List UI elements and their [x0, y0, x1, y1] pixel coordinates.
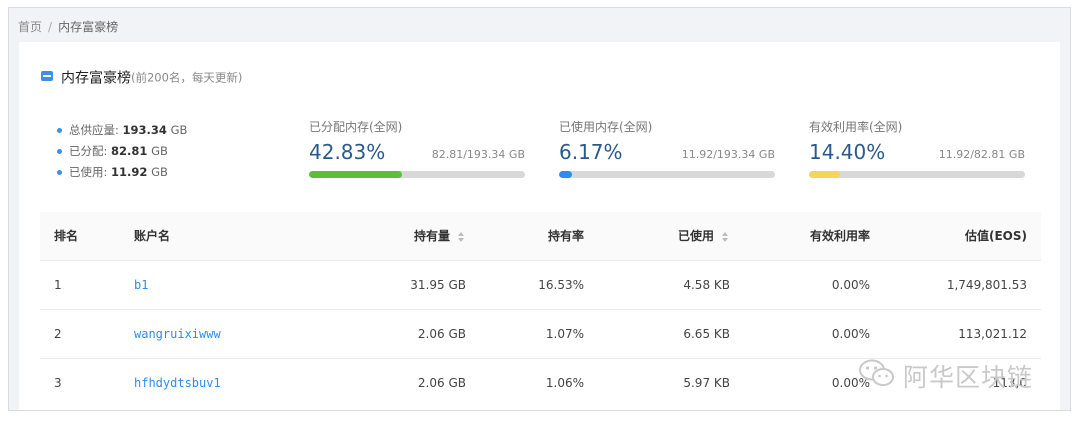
stat-allocated-memory: 已分配内存(全网) 42.83% 82.81/193.34 GB [309, 118, 525, 178]
cell-rank: 3 [40, 357, 120, 407]
summary-unit: GB [151, 144, 168, 158]
cell-holding: 2.06 GB [320, 357, 480, 407]
list-icon [41, 70, 53, 81]
cell-holding: 31.95 GB [320, 259, 480, 309]
page-subtitle: (前200名，每天更新) [131, 70, 243, 85]
stat-percent: 6.17% [559, 140, 623, 164]
stat-progress-fill [809, 171, 841, 178]
breadcrumb-separator: / [48, 20, 53, 34]
content-panel: 内存富豪榜(前200名，每天更新) 总供应量: 193.34 GB 已分配: 8… [19, 42, 1060, 410]
column-header-holding[interactable]: 持有量 [320, 212, 480, 260]
stat-percent: 42.83% [309, 140, 386, 164]
breadcrumb-home[interactable]: 首页 [18, 20, 42, 34]
stat-progress-fill [559, 171, 573, 178]
bullet-dot-icon [57, 170, 62, 175]
cell-used: 5.97 KB [598, 357, 744, 407]
column-header-account: 账户名 [134, 229, 171, 244]
stat-progress-bar [809, 171, 1025, 178]
stat-ratio: 11.92/82.81 GB [938, 148, 1025, 161]
stat-ratio: 82.81/193.34 GB [431, 148, 525, 161]
column-header-used[interactable]: 已使用 [598, 212, 744, 260]
table-header-row: 排名 账户名 持有量 持有率 已使用 有效利用率 估值(EOS) [40, 212, 1041, 260]
cell-used: 6.65 KB [598, 308, 744, 358]
breadcrumb: 首页 / 内存富豪榜 [18, 18, 118, 35]
watermark: 阿华区块链 [857, 358, 1033, 394]
summary-used: 已使用: 11.92 GB [57, 162, 187, 183]
cell-valuation: 1,749,801.53 [884, 259, 1041, 309]
breadcrumb-current: 内存富豪榜 [58, 20, 119, 34]
cell-holding-rate: 16.53% [480, 259, 598, 309]
summary-label: 已分配: [69, 144, 108, 158]
bullet-dot-icon [57, 149, 62, 154]
summary-allocated: 已分配: 82.81 GB [57, 141, 187, 162]
watermark-text: 阿华区块链 [903, 363, 1034, 392]
cell-valuation: 113,021.12 [884, 308, 1041, 358]
app-frame: 首页 / 内存富豪榜 内存富豪榜(前200名，每天更新) 总供应量: 193.34 … [8, 7, 1071, 411]
cell-utilization: 0.00% [744, 259, 884, 309]
cell-used: 4.58 KB [598, 259, 744, 309]
page-title: 内存富豪榜 [61, 70, 131, 87]
cell-holding-rate: 1.07% [480, 308, 598, 358]
column-header-utilization: 有效利用率 [809, 229, 870, 244]
column-header-holding-rate: 持有率 [547, 229, 584, 244]
summary-value: 193.34 [122, 123, 167, 137]
cell-holding-rate: 1.06% [480, 357, 598, 407]
stat-label: 已分配内存(全网) [309, 120, 403, 134]
summary-value: 11.92 [111, 165, 148, 179]
table-row: 1 b1 31.95 GB 16.53% 4.58 KB 0.00% 1,749… [40, 259, 1041, 309]
stat-ratio: 11.92/193.34 GB [681, 148, 775, 161]
summary-unit: GB [151, 165, 168, 179]
page-header: 内存富豪榜(前200名，每天更新) [41, 67, 242, 88]
summary-total-supply: 总供应量: 193.34 GB [57, 120, 187, 141]
bullet-dot-icon [57, 128, 62, 133]
stat-progress-fill [309, 171, 402, 178]
memory-summary: 总供应量: 193.34 GB 已分配: 82.81 GB 已使用: 11.92… [57, 120, 187, 183]
summary-value: 82.81 [111, 144, 148, 158]
summary-label: 已使用: [69, 165, 108, 179]
stat-label: 已使用内存(全网) [559, 120, 653, 134]
cell-rank: 2 [40, 308, 120, 358]
sort-icon[interactable] [722, 231, 730, 242]
column-header-valuation: 估值(EOS) [964, 229, 1027, 244]
stat-label: 有效利用率(全网) [809, 120, 903, 134]
table-row: 2 wangruixiwww 2.06 GB 1.07% 6.65 KB 0.0… [40, 308, 1041, 358]
stat-progress-bar [559, 171, 775, 178]
cell-account-link[interactable]: hfhdydtsbuv1 [120, 357, 320, 407]
stat-effective-utilization: 有效利用率(全网) 14.40% 11.92/82.81 GB [809, 118, 1025, 178]
wechat-icon [857, 358, 897, 394]
summary-unit: GB [170, 123, 188, 137]
stat-used-memory: 已使用内存(全网) 6.17% 11.92/193.34 GB [559, 118, 775, 178]
sort-icon[interactable] [458, 231, 466, 242]
stat-progress-bar [309, 171, 525, 178]
summary-label: 总供应量: [69, 123, 119, 137]
cell-rank: 1 [40, 259, 120, 309]
column-header-rank: 排名 [54, 229, 79, 244]
stat-percent: 14.40% [809, 140, 886, 164]
column-header-label: 持有量 [413, 229, 450, 244]
cell-account-link[interactable]: b1 [120, 259, 320, 309]
cell-holding: 2.06 GB [320, 308, 480, 358]
column-header-label: 已使用 [677, 229, 714, 244]
cell-account-link[interactable]: wangruixiwww [120, 308, 320, 358]
cell-utilization: 0.00% [744, 308, 884, 358]
